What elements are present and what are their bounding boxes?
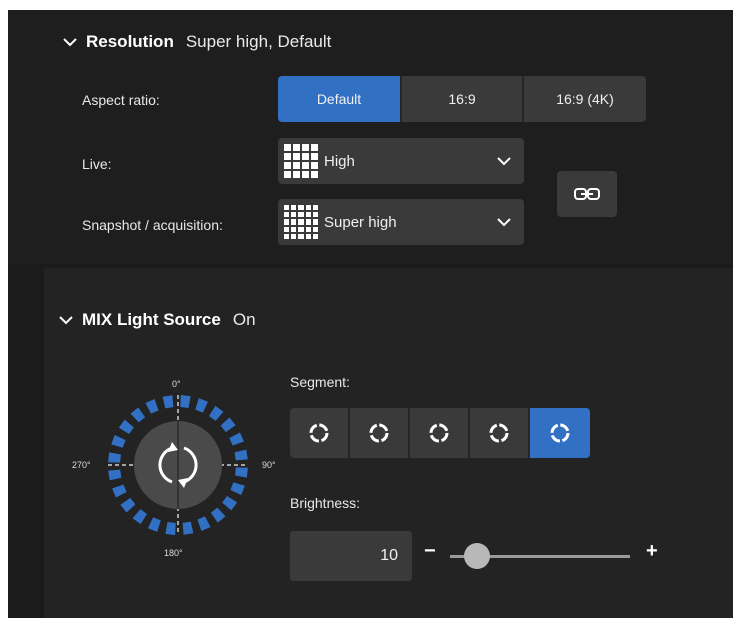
direction-dial[interactable] [88, 390, 268, 540]
live-resolution-value: High [324, 152, 355, 170]
brightness-input[interactable]: 10 [290, 531, 412, 581]
snapshot-resolution-value: Super high [324, 213, 397, 231]
dial-label-top: 0° [172, 379, 181, 389]
dial-ring-segment [165, 522, 176, 535]
chevron-down-icon [63, 38, 77, 47]
dial-ring-segment [234, 449, 248, 461]
segment-ring-icon [309, 423, 329, 443]
aspect-16-9-4k-button[interactable]: 16:9 (4K) [524, 76, 646, 122]
dial-ring-segment [132, 509, 148, 525]
dial-ring-segment [180, 395, 191, 408]
aspect-16-9-button[interactable]: 16:9 [402, 76, 524, 122]
link-resolution-button[interactable] [557, 171, 617, 217]
dial-ring-segment [118, 419, 134, 435]
dial-ring-segment [195, 398, 209, 413]
segment-button-1[interactable] [290, 408, 350, 458]
dial-ring-segment [112, 484, 127, 498]
chevron-down-icon [497, 218, 511, 227]
aspect-ratio-label: Aspect ratio: [82, 92, 160, 108]
live-resolution-dropdown[interactable]: High [278, 138, 524, 184]
snapshot-resolution-dropdown[interactable]: Super high [278, 199, 524, 245]
resolution-summary: Super high, Default [185, 32, 332, 51]
dial-ring-segment [108, 469, 122, 481]
dial-ring-segment [222, 495, 238, 511]
brightness-slider-thumb[interactable] [464, 543, 490, 569]
segment-label: Segment: [290, 374, 350, 390]
live-label: Live: [82, 156, 112, 172]
segment-button-4[interactable] [470, 408, 530, 458]
aspect-default-button[interactable]: Default [278, 76, 402, 122]
segment-button-3[interactable] [410, 408, 470, 458]
dial-label-left: 270° [72, 460, 91, 470]
segment-ring-icon [489, 423, 509, 443]
dial-ring-segment [230, 482, 245, 496]
dial-ring-segment [145, 399, 159, 414]
segment-ring-icon [429, 423, 449, 443]
grid-icon [284, 205, 318, 239]
mix-state: On [232, 310, 256, 329]
segment-button-2[interactable] [350, 408, 410, 458]
grid-icon [284, 144, 318, 178]
brightness-label: Brightness: [290, 495, 361, 511]
dial-ring-segment [120, 497, 136, 513]
dial-ring-segment [220, 417, 236, 433]
link-icon [574, 188, 600, 200]
dial-ring-segment [197, 516, 211, 531]
resolution-panel: Resolution Super high, Default Aspect ra… [8, 10, 733, 264]
mix-title: MIX Light Source [82, 310, 221, 329]
brightness-decrease-button[interactable]: − [424, 540, 436, 563]
segment-ring-icon [550, 423, 570, 443]
dial-label-bottom: 180° [164, 548, 183, 558]
mix-header[interactable]: MIX Light Source On [58, 310, 256, 330]
segment-button-5[interactable] [530, 408, 590, 458]
dial-ring-segment [208, 405, 224, 421]
dial-ring-segment [210, 507, 226, 523]
dial-ring-segment [111, 434, 126, 448]
dial-ring-segment [162, 395, 174, 409]
dial-ring-segment [130, 407, 146, 423]
chevron-down-icon [59, 316, 73, 325]
segment-group [290, 408, 590, 458]
settings-frame: Resolution Super high, Default Aspect ra… [8, 10, 733, 618]
resolution-title: Resolution [86, 32, 174, 51]
dial-label-right: 90° [262, 460, 276, 470]
dial-ring-segment [235, 467, 248, 478]
snapshot-label: Snapshot / acquisition: [82, 217, 223, 233]
dial-ring-segment [147, 517, 161, 532]
dial-ring-segment [182, 521, 194, 535]
dial-ring-segment [229, 432, 244, 446]
segment-ring-icon [369, 423, 389, 443]
chevron-down-icon [497, 157, 511, 166]
dial-ring-segment [108, 452, 121, 463]
resolution-header[interactable]: Resolution Super high, Default [62, 32, 331, 52]
brightness-increase-button[interactable]: + [646, 540, 658, 563]
aspect-ratio-group: Default 16:9 16:9 (4K) [278, 76, 646, 122]
